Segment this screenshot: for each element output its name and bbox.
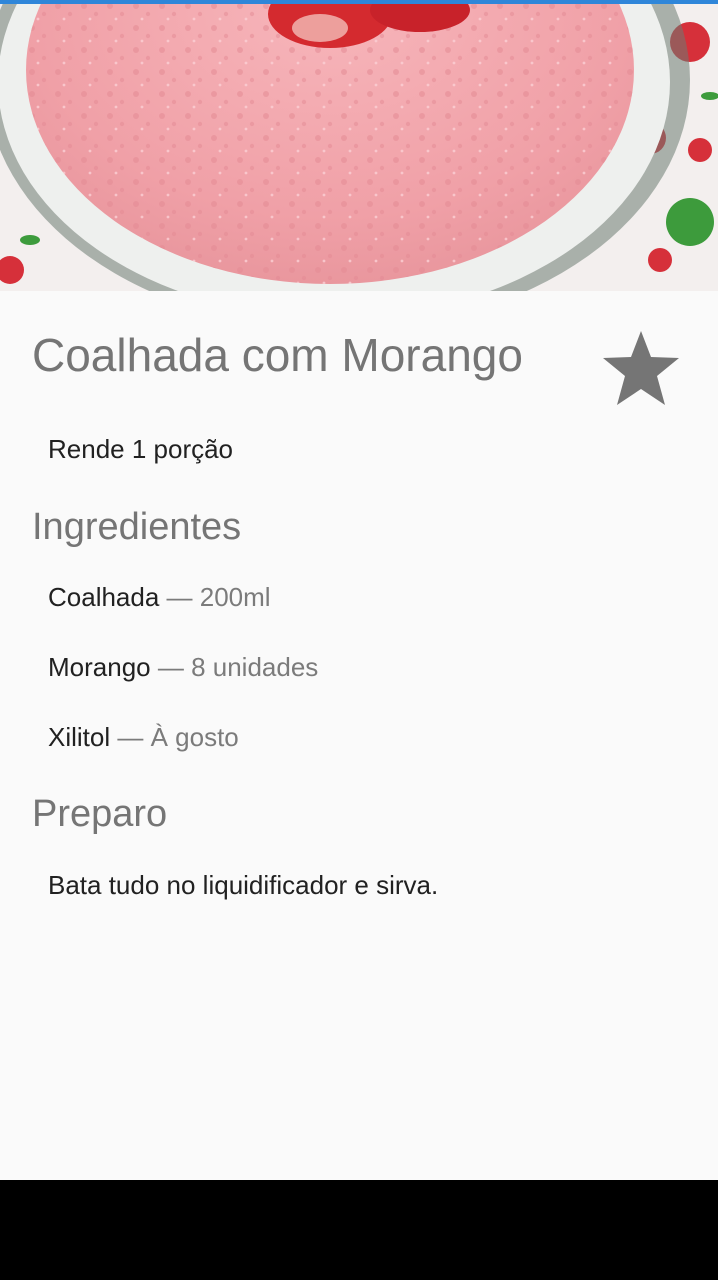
smoothie-bowl-image xyxy=(0,0,718,291)
recipe-details: Coalhada com Morango Rende 1 porção Ingr… xyxy=(0,291,718,1180)
ingredient-name: Morango xyxy=(48,652,151,682)
system-navigation-bar xyxy=(0,1180,718,1280)
ingredient-separator: — xyxy=(110,722,151,752)
status-bar-accent xyxy=(0,0,718,4)
ingredient-quantity: 8 unidades xyxy=(191,652,319,682)
ingredient-item: Xilitol — À gosto xyxy=(48,721,239,753)
recipe-photo xyxy=(0,0,718,291)
ingredient-separator: — xyxy=(150,652,192,682)
star-icon xyxy=(603,331,679,405)
preparation-step: Bata tudo no liquidificador e sirva. xyxy=(48,870,439,900)
ingredient-separator: — xyxy=(159,582,200,612)
ingredient-item: Coalhada — 200ml xyxy=(48,581,271,613)
recipe-title: Coalhada com Morango xyxy=(32,329,523,381)
ingredients-heading: Ingredientes xyxy=(32,506,242,548)
preparation-heading: Preparo xyxy=(32,793,168,835)
ingredient-quantity: 200ml xyxy=(199,582,271,612)
favorite-button[interactable] xyxy=(600,329,682,409)
ingredient-item: Morango — 8 unidades xyxy=(48,651,318,683)
ingredient-quantity: À gosto xyxy=(150,722,239,752)
recipe-yield: Rende 1 porção xyxy=(48,434,234,464)
ingredient-name: Xilitol xyxy=(48,722,111,752)
ingredient-name: Coalhada xyxy=(48,582,160,612)
